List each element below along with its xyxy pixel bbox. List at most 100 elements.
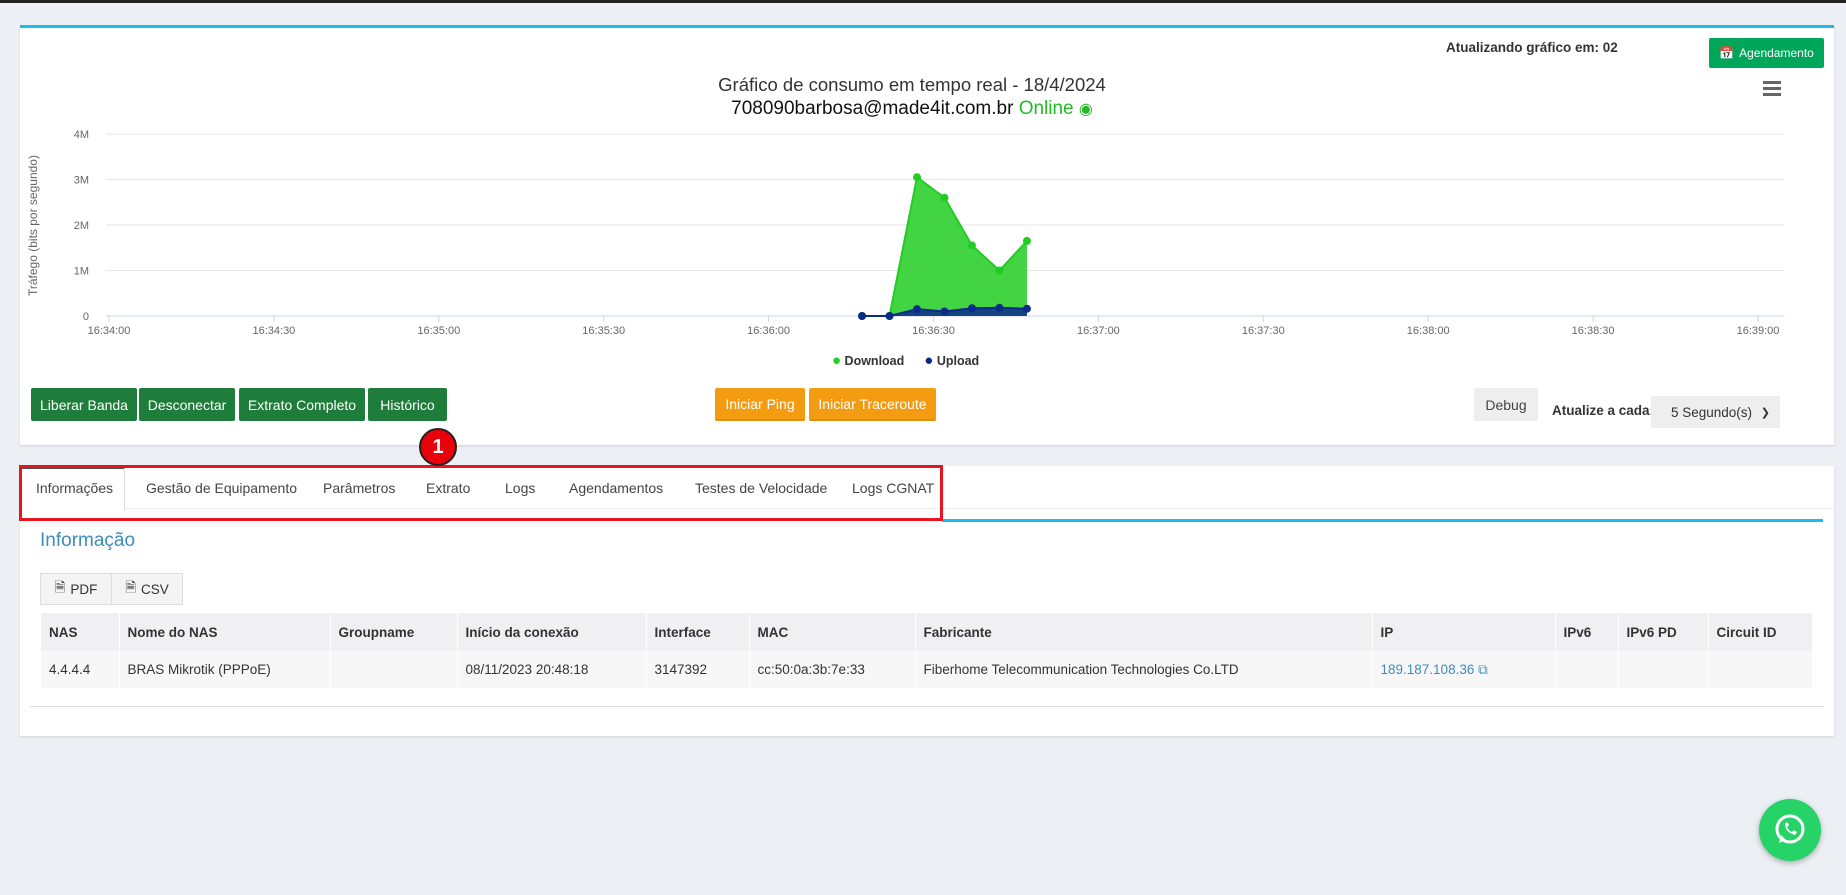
export-buttons: 🗎 PDF 🗎 CSV bbox=[40, 573, 183, 605]
tabs-accent-line bbox=[942, 519, 1823, 522]
data-point-upload bbox=[858, 312, 867, 320]
y-tick-label: 1M bbox=[74, 266, 89, 278]
y-axis-label: Tráfego (bits por segundo) bbox=[26, 155, 40, 296]
column-header[interactable]: Interface bbox=[646, 613, 750, 651]
data-point-download bbox=[995, 266, 1004, 275]
chart-subtitle: 708090barbosa@made4it.com.br Online ◉ bbox=[612, 98, 1212, 120]
x-tick-label: 16:37:00 bbox=[1077, 325, 1120, 337]
table-cell: 08/11/2023 20:48:18 bbox=[457, 651, 647, 688]
cell-value: Fiberhome Telecommunication Technologies… bbox=[923, 662, 1239, 677]
online-status: Online bbox=[1018, 98, 1074, 119]
export-csv-button[interactable]: 🗎 CSV bbox=[112, 574, 182, 604]
pdf-label: PDF bbox=[70, 581, 98, 597]
y-tick-label: 3M bbox=[74, 175, 89, 187]
data-point-upload bbox=[1022, 304, 1031, 313]
external-link-icon[interactable]: ⧉ bbox=[1474, 662, 1488, 677]
y-tick-label: 2M bbox=[74, 220, 89, 232]
table-cell bbox=[330, 651, 458, 688]
x-tick-label: 16:35:30 bbox=[582, 325, 625, 337]
y-tick-label: 0 bbox=[83, 311, 89, 323]
user-login: 708090barbosa@made4it.com.br bbox=[731, 98, 1014, 119]
x-tick-label: 16:36:30 bbox=[912, 325, 955, 337]
iniciar-traceroute-button[interactable]: Iniciar Traceroute bbox=[809, 388, 936, 421]
column-header[interactable]: Fabricante bbox=[915, 613, 1373, 651]
highlight-box bbox=[19, 465, 943, 521]
legend-download[interactable]: ● Download bbox=[832, 352, 904, 369]
legend-upload[interactable]: ● Upload bbox=[924, 352, 979, 369]
cell-value: 3147392 bbox=[654, 662, 708, 677]
calendar-icon: 📅 bbox=[1719, 46, 1735, 60]
pdf-file-icon: 🗎 bbox=[54, 579, 66, 595]
table-cell bbox=[1618, 651, 1709, 688]
column-header[interactable]: IPv6 PD bbox=[1618, 613, 1709, 651]
cell-value: 4.4.4.4 bbox=[49, 662, 91, 677]
table-cell: Fiberhome Telecommunication Technologies… bbox=[915, 651, 1373, 688]
table-cell: 3147392 bbox=[646, 651, 750, 688]
export-pdf-button[interactable]: 🗎 PDF bbox=[41, 574, 112, 604]
schedule-button[interactable]: 📅 Agendamento bbox=[1709, 38, 1824, 68]
data-point-download bbox=[967, 241, 976, 250]
data-point-upload bbox=[885, 312, 894, 320]
whatsapp-button[interactable] bbox=[1759, 799, 1821, 861]
liberar-banda-button[interactable]: Liberar Banda bbox=[31, 388, 137, 421]
table-row: 4.4.4.4 BRAS Mikrotik (PPPoE) 08/11/2023 2… bbox=[41, 651, 1813, 688]
data-point-upload bbox=[913, 305, 922, 314]
cell-value: 08/11/2023 20:48:18 bbox=[465, 662, 589, 677]
connection-table: NAS Nome do NAS Groupname Início da conexão… bbox=[41, 613, 1813, 688]
chart-legend: ● Download ● Upload bbox=[832, 352, 979, 369]
table-cell bbox=[1708, 651, 1813, 688]
column-header[interactable]: Circuit ID bbox=[1708, 613, 1813, 651]
download-dot-icon: ● bbox=[832, 352, 842, 369]
table-cell: 4.4.4.4 bbox=[41, 651, 120, 688]
x-tick-label: 16:39:00 bbox=[1737, 325, 1780, 337]
schedule-label: Agendamento bbox=[1739, 46, 1814, 60]
interval-select[interactable]: 5 Segundo(s) ❯ bbox=[1651, 396, 1780, 428]
table-cell bbox=[1555, 651, 1619, 688]
column-header[interactable]: Início da conexão bbox=[457, 613, 647, 651]
table-cell: cc:50:0a:3b:7e:33 bbox=[749, 651, 916, 688]
column-header[interactable]: NAS bbox=[41, 613, 120, 651]
x-tick-label: 16:34:00 bbox=[88, 325, 131, 337]
data-point-download bbox=[913, 173, 922, 182]
data-point-download bbox=[1022, 236, 1031, 245]
legend-download-label: Download bbox=[844, 354, 905, 368]
x-tick-label: 16:34:30 bbox=[252, 325, 295, 337]
iniciar-ping-button[interactable]: Iniciar Ping bbox=[715, 388, 805, 421]
x-tick-label: 16:37:30 bbox=[1242, 325, 1285, 337]
csv-label: CSV bbox=[141, 581, 169, 597]
whatsapp-icon bbox=[1775, 814, 1805, 844]
column-header[interactable]: Groupname bbox=[330, 613, 458, 651]
data-point-upload bbox=[967, 304, 976, 313]
annotation-badge: 1 bbox=[419, 428, 457, 466]
column-header[interactable]: Nome do NAS bbox=[119, 613, 331, 651]
legend-upload-label: Upload bbox=[936, 354, 980, 368]
panel-footer-line bbox=[30, 706, 1824, 707]
traffic-chart: 0 1M 2M 3M 4M 16:34:00 16:34:30 16:35:00 16:35:3… bbox=[74, 129, 1784, 337]
data-point-download bbox=[940, 193, 949, 202]
csv-file-icon: 🗎 bbox=[125, 579, 137, 595]
desconectar-button[interactable]: Desconectar bbox=[139, 388, 235, 421]
y-tick-label: 4M bbox=[74, 129, 89, 141]
debug-button[interactable]: Debug bbox=[1474, 388, 1538, 421]
cell-value: BRAS Mikrotik (PPPoE) bbox=[127, 662, 271, 677]
top-bar bbox=[0, 0, 1846, 3]
data-point-upload bbox=[995, 303, 1004, 312]
table-cell[interactable]: 189.187.108.36 ⧉ bbox=[1372, 651, 1556, 688]
x-tick-label: 16:36:00 bbox=[747, 325, 790, 337]
x-tick-label: 16:38:30 bbox=[1572, 325, 1615, 337]
refresh-countdown: Atualizando gráfico em: 02 bbox=[1446, 40, 1618, 55]
data-point-upload bbox=[940, 307, 949, 316]
cell-value: cc:50:0a:3b:7e:33 bbox=[757, 662, 865, 677]
ip-link[interactable]: 189.187.108.36 bbox=[1381, 662, 1475, 677]
column-header[interactable]: IPv6 bbox=[1555, 613, 1619, 651]
column-header[interactable]: IP bbox=[1372, 613, 1556, 651]
online-dot-icon: ◉ bbox=[1078, 101, 1093, 118]
chart-menu-icon[interactable] bbox=[1763, 81, 1781, 96]
extrato-completo-button[interactable]: Extrato Completo bbox=[239, 388, 365, 421]
chart-title: Gráfico de consumo em tempo real - 18/4/… bbox=[718, 74, 1106, 95]
table-cell: BRAS Mikrotik (PPPoE) bbox=[119, 651, 331, 688]
historico-button[interactable]: Histórico bbox=[368, 388, 447, 421]
column-header[interactable]: MAC bbox=[749, 613, 916, 651]
upload-dot-icon: ● bbox=[924, 352, 934, 369]
interval-value: 5 Segundo(s) bbox=[1671, 404, 1753, 420]
